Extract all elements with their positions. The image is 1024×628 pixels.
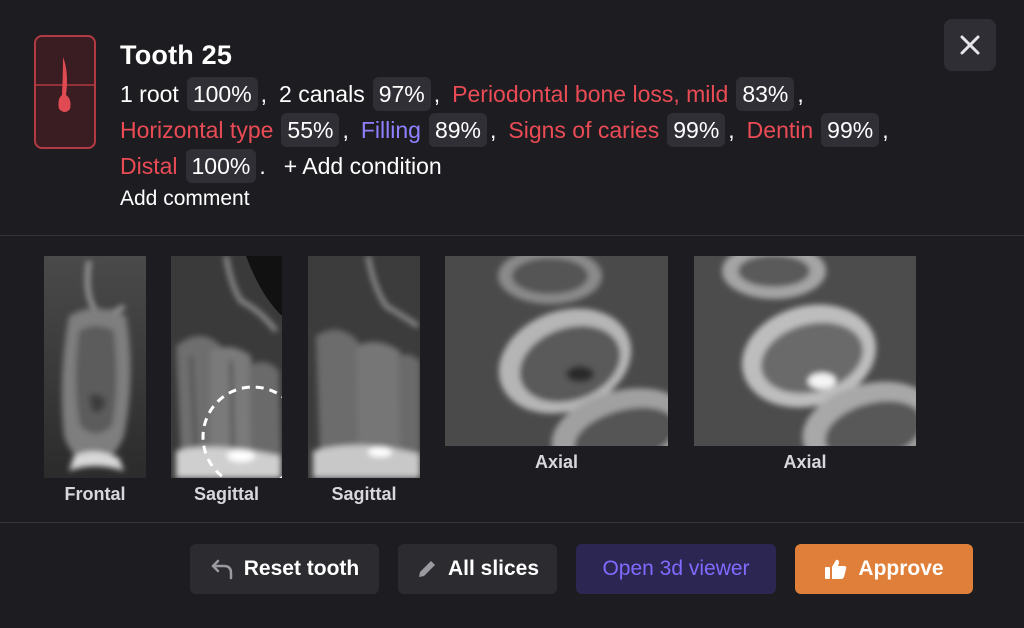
slice-axial-2[interactable]	[694, 256, 916, 446]
slice-label: Axial	[783, 452, 827, 472]
conditions-line-3: Distal 100% . + Add condition	[120, 148, 442, 184]
slice-frontal[interactable]	[44, 256, 146, 478]
slice-label: Frontal	[64, 484, 126, 504]
separator: ,	[882, 116, 889, 143]
confidence-pill: 100%	[185, 149, 257, 183]
slice-label: Sagittal	[331, 484, 397, 504]
condition-name[interactable]: Periodontal bone loss, mild	[452, 81, 728, 108]
open-3d-viewer-label: Open 3d viewer	[602, 557, 750, 580]
slice-label: Sagittal	[193, 484, 259, 504]
slice-sagittal-2[interactable]	[308, 256, 420, 478]
frontal-slice-image	[44, 256, 146, 478]
conditions-line-2: Horizontal type 55% , Filling 89% , Sign…	[120, 112, 901, 148]
confidence-pill: 99%	[667, 113, 726, 147]
separator: ,	[260, 80, 268, 107]
close-icon	[960, 35, 980, 55]
all-slices-button[interactable]: All slices	[398, 544, 557, 594]
slice-sagittal-1[interactable]	[171, 256, 282, 478]
undo-icon	[210, 558, 234, 580]
separator: ,	[342, 116, 349, 143]
confidence-pill: 99%	[821, 113, 880, 147]
tooth-title: Tooth 25	[120, 40, 233, 70]
separator: ,	[433, 80, 441, 107]
condition-name[interactable]: 1 root	[120, 81, 179, 108]
condition-name[interactable]: Signs of caries	[508, 117, 659, 144]
axial-slice-image	[445, 256, 668, 446]
separator: ,	[728, 116, 735, 143]
reset-tooth-label: Reset tooth	[243, 557, 360, 580]
open-3d-viewer-button[interactable]: Open 3d viewer	[576, 544, 776, 594]
confidence-pill: 97%	[372, 77, 431, 111]
conditions-line-1: 1 root 100% , 2 canals 97% , Periodontal…	[120, 76, 816, 112]
thumbs-up-icon	[824, 558, 848, 580]
add-comment-link[interactable]: Add comment	[120, 187, 250, 211]
confidence-pill: 89%	[428, 113, 487, 147]
confidence-pill: 55%	[281, 113, 340, 147]
separator: ,	[489, 116, 497, 143]
tooth-header: Tooth 25 1 root 100% , 2 canals 97% , Pe…	[0, 0, 1024, 236]
condition-name[interactable]: Filling	[361, 117, 421, 144]
separator: ,	[797, 80, 804, 107]
confidence-pill: 83%	[736, 77, 795, 111]
tooth-root-icon	[34, 35, 96, 149]
condition-name[interactable]: 2 canals	[279, 81, 365, 108]
pencil-icon	[416, 558, 438, 580]
separator: .	[259, 152, 266, 179]
condition-name[interactable]: Distal	[120, 153, 178, 180]
slice-gallery: Frontal Sagittal Sagittal Axial Axial	[0, 237, 1024, 523]
sagittal-slice-image	[171, 256, 282, 478]
approve-label: Approve	[858, 557, 944, 580]
approve-button[interactable]: Approve	[795, 544, 973, 594]
reset-tooth-button[interactable]: Reset tooth	[190, 544, 379, 594]
all-slices-label: All slices	[447, 557, 540, 580]
sagittal-slice-image	[308, 256, 420, 478]
close-button[interactable]	[944, 19, 996, 71]
condition-name[interactable]: Horizontal type	[120, 117, 273, 144]
slice-label: Axial	[534, 452, 579, 472]
add-condition-link[interactable]: + Add condition	[284, 153, 442, 180]
condition-name[interactable]: Dentin	[747, 117, 813, 144]
confidence-pill: 100%	[186, 77, 258, 111]
axial-slice-image	[694, 256, 916, 446]
slice-axial-1[interactable]	[445, 256, 668, 446]
